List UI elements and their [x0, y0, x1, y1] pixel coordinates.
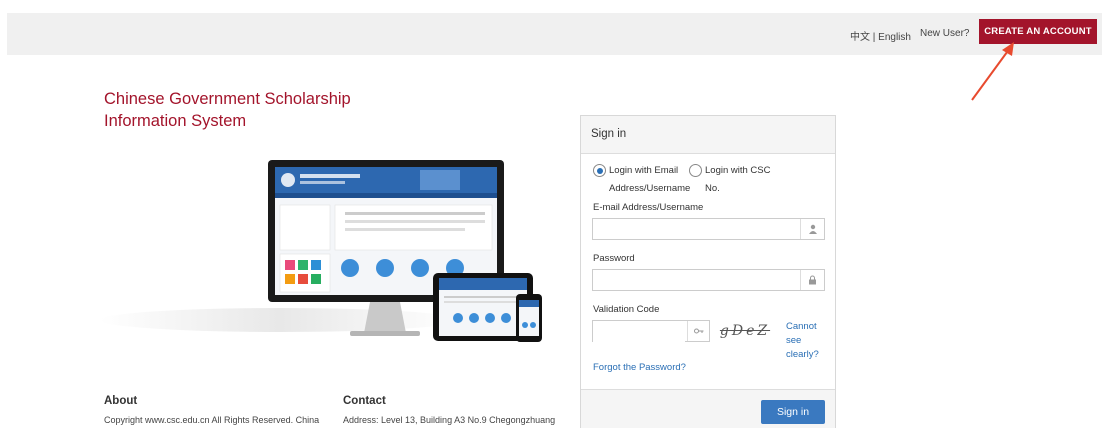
contact-address: Address: Level 13, Building A3 No.9 Cheg… — [343, 415, 556, 425]
password-field-wrapper — [592, 269, 825, 291]
refresh-captcha-link[interactable]: Cannot see clearly? — [786, 320, 824, 362]
signin-heading: Sign in — [581, 116, 835, 154]
lang-chinese-link[interactable]: 中文 — [850, 32, 870, 43]
key-icon — [687, 321, 709, 341]
signin-panel: Sign in Login with Email Address/Usernam… — [580, 115, 836, 428]
password-field[interactable] — [593, 270, 798, 291]
radio-selected-icon[interactable] — [593, 164, 606, 177]
lang-english-link[interactable]: English — [878, 32, 911, 43]
annotation-arrow-icon — [971, 42, 1014, 101]
login-email-label-line2: Address/Username — [609, 183, 691, 194]
login-csc-option[interactable]: Login with CSC — [689, 164, 770, 177]
password-label: Password — [593, 253, 635, 264]
lang-separator: | — [870, 32, 879, 43]
lock-icon — [800, 270, 824, 290]
language-switcher: 中文 | English — [850, 28, 911, 43]
about-heading: About — [104, 395, 138, 407]
radio-unselected-icon[interactable] — [689, 164, 702, 177]
forgot-password-link[interactable]: Forgot the Password? — [593, 362, 686, 373]
email-field[interactable] — [593, 219, 798, 240]
signin-button[interactable]: Sign in — [761, 400, 825, 424]
validation-code-input[interactable] — [593, 321, 685, 342]
site-title: Chinese Government Scholarship Informati… — [104, 88, 351, 132]
site-title-line2: Information System — [104, 112, 247, 130]
captcha-image[interactable]: gDeZ — [714, 319, 776, 343]
email-field-wrapper — [592, 218, 825, 240]
login-csc-label-line2: No. — [705, 183, 720, 194]
contact-heading: Contact — [343, 395, 386, 407]
validation-field-wrapper — [592, 320, 710, 342]
user-icon — [800, 219, 824, 239]
new-user-label: New User? — [920, 28, 970, 39]
login-csc-label: Login with CSC — [705, 165, 771, 177]
email-label: E-mail Address/Username — [593, 202, 704, 213]
copyright-text: Copyright www.csc.edu.cn All Rights Rese… — [104, 415, 320, 425]
devices-illustration — [100, 160, 542, 342]
login-email-option[interactable]: Login with Email — [593, 164, 678, 177]
login-email-label: Login with Email — [609, 165, 679, 177]
site-title-line1: Chinese Government Scholarship — [104, 90, 351, 108]
validation-code-label: Validation Code — [593, 304, 660, 315]
